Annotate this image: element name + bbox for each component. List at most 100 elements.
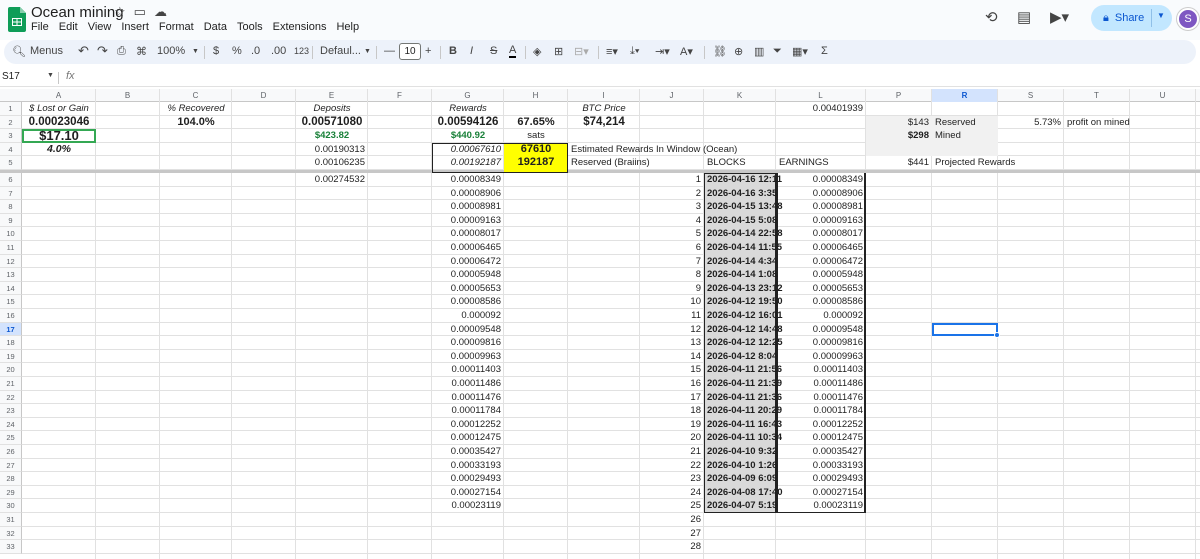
column-header-s[interactable]: S: [998, 89, 1064, 102]
row-header-20[interactable]: 20: [0, 363, 22, 377]
undo-icon[interactable]: ↶: [78, 43, 89, 59]
selection-handle[interactable]: [994, 332, 1000, 339]
share-dropdown-icon[interactable]: ▼: [1157, 11, 1165, 20]
column-header-k[interactable]: K: [704, 89, 776, 102]
row-header-18[interactable]: 18: [0, 336, 22, 350]
menu-help[interactable]: Help: [336, 21, 359, 33]
row-header-12[interactable]: 12: [0, 254, 22, 269]
row-header-6[interactable]: 6: [0, 173, 22, 187]
font-select[interactable]: Defaul...: [320, 45, 361, 57]
row-header-4[interactable]: 4: [0, 142, 22, 157]
fill-color-icon[interactable]: ◈: [533, 45, 541, 58]
row-header-26[interactable]: 26: [0, 445, 22, 459]
comments-icon[interactable]: ▤: [1017, 8, 1031, 26]
borders-icon[interactable]: ⊞: [554, 45, 563, 58]
insert-chart-icon[interactable]: ▥: [754, 45, 764, 58]
row-header-27[interactable]: 27: [0, 458, 22, 473]
row-header-29[interactable]: 29: [0, 485, 22, 500]
search-menus-icon[interactable]: 🔍︎: [12, 45, 26, 58]
text-rotation-icon[interactable]: A▾: [680, 45, 693, 58]
currency-button[interactable]: $: [213, 45, 219, 57]
menu-extensions[interactable]: Extensions: [273, 21, 327, 33]
menu-view[interactable]: View: [88, 21, 112, 33]
row-header-28[interactable]: 28: [0, 472, 22, 486]
merge-cells-icon[interactable]: ⊟▾: [574, 45, 589, 58]
column-header-g[interactable]: G: [432, 89, 504, 102]
text-color-button[interactable]: A: [509, 45, 517, 58]
avatar[interactable]: S: [1177, 8, 1199, 30]
row-header-24[interactable]: 24: [0, 417, 22, 432]
row-header-3[interactable]: 3: [0, 129, 22, 143]
insert-link-icon[interactable]: ⛓: [713, 45, 727, 58]
move-folder-icon[interactable]: ▭: [134, 4, 146, 20]
functions-button[interactable]: Σ: [821, 45, 828, 57]
menu-tools[interactable]: Tools: [237, 21, 263, 33]
redo-icon[interactable]: ↷: [97, 43, 108, 59]
menus-search[interactable]: Menus: [30, 45, 63, 57]
row-header-13[interactable]: 13: [0, 268, 22, 282]
print-icon[interactable]: ⎙: [117, 45, 126, 58]
column-header-f[interactable]: F: [368, 89, 432, 102]
row-header-11[interactable]: 11: [0, 241, 22, 255]
row-header-7[interactable]: 7: [0, 186, 22, 201]
column-header-r[interactable]: R: [932, 89, 998, 102]
decrease-decimal-button[interactable]: .0: [251, 45, 260, 57]
font-dropdown-icon[interactable]: ▼: [364, 48, 371, 55]
number-format-button[interactable]: 123: [294, 46, 309, 56]
share-button[interactable]: 🔒︎ Share ▼: [1091, 5, 1172, 31]
row-header-32[interactable]: 32: [0, 526, 22, 541]
column-header-e[interactable]: E: [296, 89, 368, 102]
spreadsheet-grid[interactable]: ABCDEFGHIJKLPRSTU 1 2 3 4 5 6 7 8 9 10 11 12 13 14 15 1…: [0, 89, 1200, 559]
row-header-10[interactable]: 10: [0, 227, 22, 241]
row-header-30[interactable]: 30: [0, 499, 22, 513]
column-header-u[interactable]: U: [1130, 89, 1196, 102]
menu-file[interactable]: File: [31, 21, 49, 33]
row-header-16[interactable]: 16: [0, 309, 22, 323]
row-header-17[interactable]: 17: [0, 322, 22, 337]
sheets-logo-icon[interactable]: [8, 7, 26, 32]
row-header-22[interactable]: 22: [0, 390, 22, 405]
column-header-t[interactable]: T: [1064, 89, 1130, 102]
row-header-1[interactable]: 1: [0, 102, 22, 116]
row-header-8[interactable]: 8: [0, 200, 22, 214]
column-header-c[interactable]: C: [160, 89, 232, 102]
insert-comment-icon[interactable]: ⊕: [734, 45, 743, 58]
increase-decimal-button[interactable]: .00: [271, 45, 286, 57]
column-header-b[interactable]: B: [96, 89, 160, 102]
column-header-a[interactable]: A: [22, 89, 96, 102]
filter-icon[interactable]: ⏷: [773, 45, 782, 58]
name-box-dropdown-icon[interactable]: ▼: [47, 72, 54, 79]
menu-format[interactable]: Format: [159, 21, 194, 33]
text-wrapping-icon[interactable]: ⇥▾: [655, 45, 670, 58]
row-header-2[interactable]: 2: [0, 115, 22, 130]
increase-font-size-button[interactable]: +: [425, 45, 431, 57]
menu-edit[interactable]: Edit: [59, 21, 78, 33]
column-header-i[interactable]: I: [568, 89, 640, 102]
row-header-19[interactable]: 19: [0, 349, 22, 364]
row-header-31[interactable]: 31: [0, 513, 22, 527]
cloud-status-icon[interactable]: ☁: [154, 4, 167, 20]
strikethrough-button[interactable]: S: [490, 45, 497, 57]
freeze-divider[interactable]: [0, 170, 1200, 173]
percent-button[interactable]: %: [232, 45, 242, 57]
meet-icon[interactable]: ▶▾: [1050, 8, 1069, 26]
row-header-14[interactable]: 14: [0, 281, 22, 296]
row-header-15[interactable]: 15: [0, 295, 22, 309]
column-header-l[interactable]: L: [776, 89, 866, 102]
filter-views-icon[interactable]: ▦▾: [792, 45, 808, 58]
row-header-25[interactable]: 25: [0, 431, 22, 445]
paint-format-icon[interactable]: ⌘: [136, 45, 147, 58]
column-header-h[interactable]: H: [504, 89, 568, 102]
column-header-p[interactable]: P: [866, 89, 932, 102]
version-history-icon[interactable]: ⟲: [985, 8, 998, 26]
row-header-5[interactable]: 5: [0, 156, 22, 170]
name-box[interactable]: S17: [2, 71, 20, 82]
bold-button[interactable]: B: [449, 45, 457, 57]
row-header-9[interactable]: 9: [0, 213, 22, 228]
font-size-input[interactable]: 10: [399, 43, 421, 60]
zoom-dropdown-icon[interactable]: ▼: [192, 48, 199, 55]
star-icon[interactable]: ☆: [114, 4, 126, 20]
column-header-d[interactable]: D: [232, 89, 296, 102]
menu-data[interactable]: Data: [204, 21, 227, 33]
column-header-j[interactable]: J: [640, 89, 704, 102]
